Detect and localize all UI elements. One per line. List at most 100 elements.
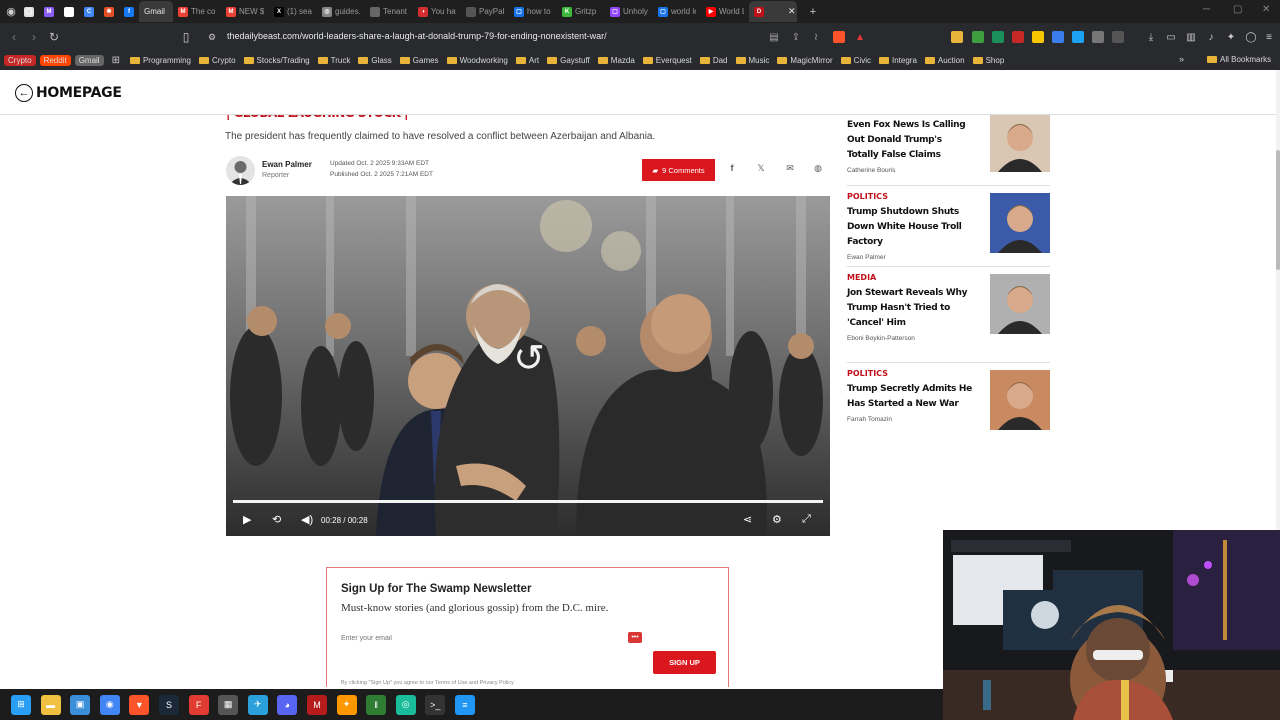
password-manager-icon[interactable]: ••• [628,632,642,643]
brave-shield-icon[interactable] [833,31,845,43]
back-icon[interactable]: ‹ [4,30,24,44]
bookmark-item[interactable]: Crypto [195,56,240,65]
related-author[interactable]: Eboni Boykin-Patterson [847,335,1050,342]
new-tab-icon[interactable]: + [805,4,821,20]
terminal-icon[interactable]: >_ [425,694,446,715]
sidebar-toggle-icon[interactable]: ▥ [1181,32,1201,43]
forward-icon[interactable]: › [24,30,44,44]
browser-tab[interactable]: X(1) seagull [269,1,317,22]
telegram-icon[interactable]: ✈ [247,694,268,715]
tab-close-icon[interactable]: ✕ [788,6,796,17]
related-thumbnail[interactable] [990,370,1050,430]
maximize-icon[interactable]: ▢ [1233,4,1242,15]
browser-tab[interactable]: ▶World LEA [701,1,749,22]
comments-button[interactable]: ▰ 9 Comments [642,159,715,181]
leo-ai-icon[interactable]: ✦ [1221,32,1241,43]
browser-tab[interactable]: ▢how to str [509,1,557,22]
fullscreen-icon[interactable]: ⤢ [802,513,811,526]
scroll-thumb[interactable] [1276,150,1280,270]
profile-icon[interactable]: ◯ [1241,32,1261,43]
volume-icon[interactable]: ◀) [301,513,313,526]
browser-tab[interactable]: ▢Unholy: To [605,1,653,22]
author-avatar[interactable] [226,156,255,185]
extension-icon[interactable] [992,31,1004,43]
related-thumbnail[interactable] [990,274,1050,334]
brave-icon[interactable]: ▼ [129,694,150,715]
bookmark-item[interactable]: MagicMirror [773,56,836,65]
bookmark-item[interactable]: Shop [969,56,1009,65]
author-name[interactable]: Ewan Palmer [262,160,312,169]
menu-icon[interactable]: ≡ [1259,32,1279,43]
extension-icon[interactable] [951,31,963,43]
replay-icon[interactable]: ↺ [508,338,550,380]
related-title[interactable]: Jon Stewart Reveals Why Trump Hasn't Tri… [847,286,972,331]
bookmark-item[interactable]: Truck [314,56,355,65]
browser-tab[interactable]: Tenant Por [365,1,413,22]
related-title[interactable]: Even Fox News Is Calling Out Donald Trum… [847,118,972,163]
app-teal-icon[interactable]: ◎ [395,694,416,715]
browser-tab[interactable]: Gmail [139,1,173,22]
browser-tab[interactable]: ◯ [19,1,39,22]
share-page-icon[interactable]: ⇪ [786,32,806,43]
bookmark-item[interactable]: Everquest [639,56,696,65]
related-author[interactable]: Ewan Palmer [847,254,1050,261]
facebook-share-icon[interactable]: f [725,163,739,177]
bookmark-item[interactable]: Gmail [74,55,104,66]
close-window-icon[interactable]: ✕ [1262,4,1270,15]
rewind-icon[interactable]: ⟲ [272,513,281,526]
music-icon[interactable]: ♪ [1201,32,1221,43]
homepage-link[interactable]: ← HOMEPAGE [15,84,122,102]
email-input[interactable] [341,630,641,646]
bookmark-item[interactable]: Music [732,56,774,65]
tab-search-icon[interactable]: ◉ [3,4,19,20]
file-explorer-icon[interactable]: ▬ [40,694,61,715]
extension-icon[interactable] [1052,31,1064,43]
app-orange-icon[interactable]: ✦ [336,694,357,715]
start-icon[interactable]: ⊞ [11,694,31,715]
related-thumbnail[interactable] [990,112,1050,172]
bookmark-item[interactable]: Dad [696,56,732,65]
notes-icon[interactable]: ≡ [454,694,475,715]
browser-tab[interactable]: ◑You have [413,1,461,22]
chrome-icon[interactable]: ◉ [99,694,120,715]
browser-tab[interactable]: MThe count [173,1,221,22]
extension-icon[interactable] [1112,31,1124,43]
reload-icon[interactable]: ↻ [44,30,64,44]
apps-grid-icon[interactable]: ⊞ [112,55,120,66]
minimize-icon[interactable]: ─ [1203,4,1210,15]
browser-tab[interactable]: C [79,1,99,22]
extension-icon[interactable] [1012,31,1024,43]
browser-tab[interactable]: M [39,1,59,22]
related-title[interactable]: Trump Secretly Admits He Has Started a N… [847,382,972,412]
browser-tab[interactable]: f [119,1,139,22]
reader-mode-icon[interactable]: ▤ [764,32,784,43]
browser-tab[interactable]: K Gritzp [557,1,605,22]
browser-tab[interactable]: a [59,1,79,22]
browser-tab[interactable]: DWorld✕ [749,1,797,22]
bookmarks-overflow-icon[interactable]: » [1179,54,1184,64]
extensions-puzzle-icon[interactable] [1092,31,1104,43]
bookmark-item[interactable]: Reddit [39,55,71,66]
video-share-icon[interactable]: ⋖ [743,513,752,526]
x-share-icon[interactable]: 𝕏 [754,163,768,177]
steam-icon[interactable]: S [158,694,179,715]
bookmark-icon[interactable]: ▯ [176,30,196,44]
browser-tab[interactable]: PayPal: We [461,1,509,22]
browser-tab[interactable]: M NEW $ [221,1,269,22]
app-red-icon[interactable]: F [188,694,209,715]
url-field[interactable]: thedailybeast.com/world-leaders-share-a-… [227,31,607,41]
email-share-icon[interactable]: ✉ [783,163,797,177]
play-icon[interactable]: ▶ [243,513,251,526]
browser-tab[interactable]: ◎guides.ai [317,1,365,22]
brave-rewards-icon[interactable]: ▲ [850,32,870,43]
bookmark-item[interactable]: Gaystuff [543,56,594,65]
all-bookmarks[interactable]: All Bookmarks [1203,55,1275,64]
app-green-icon[interactable]: ǁ [366,694,387,715]
bookmark-item[interactable]: Games [396,56,443,65]
bookmark-item[interactable]: Integra [875,56,921,65]
bookmark-item[interactable]: Programming [126,56,195,65]
video-settings-icon[interactable]: ⚙ [772,513,782,526]
desktop-app-icon[interactable]: ▣ [70,694,91,715]
related-title[interactable]: Trump Shutdown Shuts Down White House Tr… [847,205,972,250]
extension-icon[interactable] [1072,31,1084,43]
